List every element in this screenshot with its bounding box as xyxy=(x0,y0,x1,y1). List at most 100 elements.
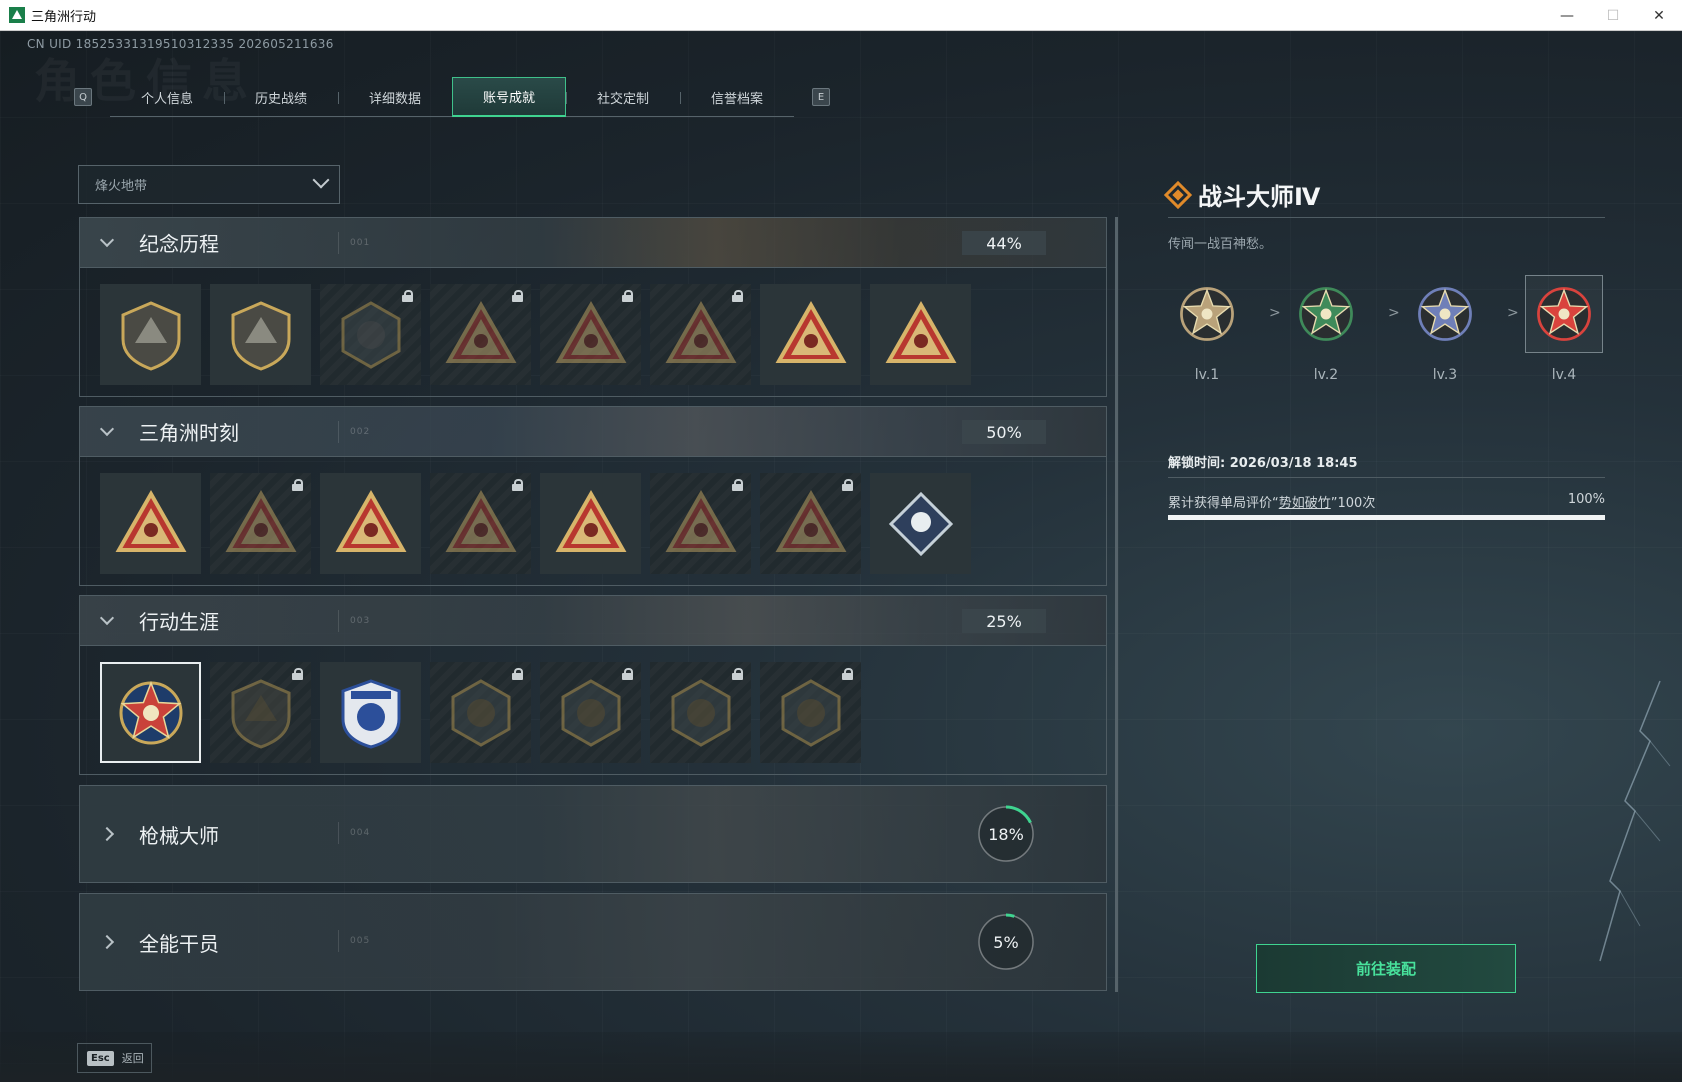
go-equip-button[interactable]: 前往装配 xyxy=(1256,944,1516,993)
achievement-badge[interactable] xyxy=(540,662,641,763)
requirement-percent: 100% xyxy=(1567,492,1605,507)
maximize-button[interactable]: ☐ xyxy=(1590,0,1636,31)
category-header[interactable]: 枪械大师 004 xyxy=(80,786,1106,882)
fighters-triangle-icon xyxy=(553,486,629,562)
achievement-badge[interactable] xyxy=(100,284,201,385)
achievement-badge[interactable] xyxy=(210,662,311,763)
lock-icon xyxy=(292,479,303,491)
unlock-time: 解锁时间: 2026/03/18 18:45 xyxy=(1168,456,1358,471)
prev-tab-key-hint[interactable]: Q xyxy=(74,88,92,106)
achievement-badge[interactable] xyxy=(650,284,751,385)
helicopter-shield-icon xyxy=(223,297,299,373)
battle-master-star-icon xyxy=(113,675,189,751)
lock-icon xyxy=(842,479,853,491)
player-uid: CN UID 18525331319510312335 202605211636 xyxy=(27,37,334,51)
category-header[interactable]: 纪念历程 001 44% xyxy=(80,218,1106,268)
achievement-badge[interactable] xyxy=(210,473,311,574)
window-controls: — ☐ ✕ xyxy=(1544,0,1682,31)
achievement-badge[interactable] xyxy=(870,473,971,574)
achievement-badge[interactable] xyxy=(320,473,421,574)
category-header[interactable]: 全能干员 005 xyxy=(80,894,1106,990)
level-progression: lv.1 > lv.2 > lv.3 > lv.4 xyxy=(1168,275,1605,385)
achievement-badge[interactable] xyxy=(100,662,201,763)
achievement-badge[interactable] xyxy=(210,284,311,385)
list-scrollbar[interactable] xyxy=(1115,217,1118,992)
badge-row xyxy=(100,284,971,385)
category-panel-all-round-operator[interactable]: 全能干员 005 5% xyxy=(79,893,1107,991)
minimize-button[interactable]: — xyxy=(1544,0,1590,31)
skull-triangle-icon xyxy=(663,297,739,373)
category-header[interactable]: 行动生涯 003 25% xyxy=(80,596,1106,646)
category-percent: 18% xyxy=(988,824,1024,844)
achievement-badge[interactable] xyxy=(760,473,861,574)
category-index: 001 xyxy=(350,238,371,248)
achievement-badge[interactable] xyxy=(540,473,641,574)
tab-battle-history[interactable]: 历史战绩 xyxy=(224,77,338,117)
level-3-star-badge-icon xyxy=(1406,275,1484,353)
chevron-down-icon xyxy=(312,171,330,189)
next-tab-key-hint[interactable]: E xyxy=(812,88,830,106)
achievement-badge[interactable] xyxy=(430,473,531,574)
achievement-badge[interactable] xyxy=(760,284,861,385)
requirement-suffix: ”100次 xyxy=(1330,496,1376,511)
hands-triangle-icon xyxy=(773,297,849,373)
tab-personal-info[interactable]: 个人信息 xyxy=(110,77,224,117)
category-panel-weapon-master[interactable]: 枪械大师 004 18% xyxy=(79,785,1107,883)
level-4[interactable]: lv.4 xyxy=(1525,275,1603,383)
level-1-star-badge-icon xyxy=(1168,275,1246,353)
level-2[interactable]: lv.2 xyxy=(1287,275,1365,383)
lock-icon xyxy=(732,290,743,302)
tank-triangle-icon xyxy=(443,297,519,373)
chevron-right-icon: > xyxy=(1507,305,1519,321)
achievement-badge[interactable] xyxy=(870,284,971,385)
back-label: 返回 xyxy=(121,1052,144,1065)
level-4-star-badge-icon xyxy=(1525,275,1603,353)
wing-shield-icon xyxy=(223,675,299,751)
tab-credit-record[interactable]: 信誉档案 xyxy=(680,77,794,117)
close-button[interactable]: ✕ xyxy=(1636,0,1682,31)
tab-account-achievements[interactable]: 账号成就 xyxy=(452,77,566,117)
hooded-triangle-icon xyxy=(553,297,629,373)
level-1[interactable]: lv.1 xyxy=(1168,275,1246,383)
bottom-bar xyxy=(0,1032,1682,1082)
achievement-badge[interactable] xyxy=(430,284,531,385)
hex-emblem-icon xyxy=(333,297,409,373)
level-2-star-badge-icon xyxy=(1287,275,1365,353)
back-button[interactable]: Esc 返回 xyxy=(77,1043,152,1073)
achievement-badge[interactable] xyxy=(650,662,751,763)
achievement-badge[interactable] xyxy=(540,284,641,385)
lock-icon xyxy=(732,668,743,680)
category-percent: 25% xyxy=(962,609,1046,633)
tab-social-customize[interactable]: 社交定制 xyxy=(566,77,680,117)
achievement-description: 传闻一战百神愁。 xyxy=(1168,237,1273,252)
requirement-link[interactable]: 势如破竹 xyxy=(1279,496,1331,511)
number-one-triangle-icon xyxy=(883,297,959,373)
achievement-badge[interactable] xyxy=(430,662,531,763)
crouch-triangle-icon xyxy=(333,486,409,562)
gear-triangle-icon xyxy=(113,486,189,562)
diamond-icon xyxy=(1163,180,1193,209)
lock-icon xyxy=(732,479,743,491)
category-index: 005 xyxy=(350,936,371,946)
chevron-right-icon xyxy=(99,934,115,950)
level-3[interactable]: lv.3 xyxy=(1406,275,1484,383)
category-index: 003 xyxy=(350,616,371,626)
lock-icon xyxy=(512,290,523,302)
game-mode-dropdown[interactable]: 烽火地带 xyxy=(78,165,340,204)
achievement-badge[interactable] xyxy=(320,284,421,385)
category-header[interactable]: 三角洲时刻 002 50% xyxy=(80,407,1106,457)
window-titlebar: 三角洲行动 — ☐ ✕ xyxy=(0,0,1682,31)
tab-detailed-data[interactable]: 详细数据 xyxy=(338,77,452,117)
achievement-badge[interactable] xyxy=(100,473,201,574)
fish-triangle-icon xyxy=(773,486,849,562)
achievement-title: 战斗大师Ⅳ xyxy=(1163,177,1320,212)
category-percent: 5% xyxy=(993,932,1019,952)
lock-icon xyxy=(402,290,413,302)
disc-shield-icon xyxy=(553,675,629,751)
achievement-badge[interactable] xyxy=(650,473,751,574)
police-shield-icon xyxy=(333,675,409,751)
achievement-badge[interactable] xyxy=(320,662,421,763)
category-name: 纪念历程 xyxy=(139,232,219,256)
chevron-right-icon: > xyxy=(1269,305,1281,321)
achievement-badge[interactable] xyxy=(760,662,861,763)
